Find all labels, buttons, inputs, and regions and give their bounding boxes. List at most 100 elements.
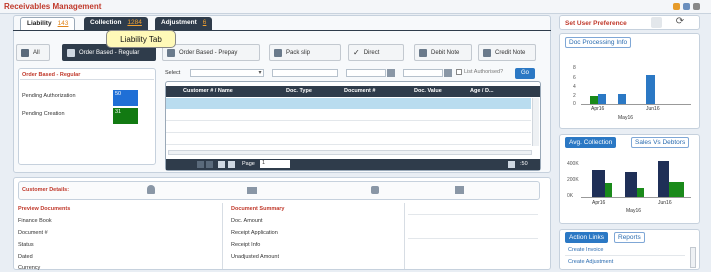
col-customer[interactable]: Customer # / Name [183,88,233,94]
create-invoice-link[interactable]: Create Invoice [568,247,603,253]
tab-liability-count: 143 [57,20,69,27]
debit-note-button[interactable]: Debit Note [414,44,472,61]
y-tick-label: 4 [573,84,576,90]
go-button[interactable]: Go [515,68,535,79]
user-icon[interactable] [147,185,155,194]
tab-sales-vs-debtors[interactable]: Sales Vs Debtors [631,137,690,148]
col-document-number[interactable]: Document # [344,88,375,94]
preview-field: Dated [18,254,33,260]
first-page-icon[interactable] [197,161,204,168]
filter-all-button[interactable]: All [16,44,50,61]
document-icon [274,48,282,57]
tab-liability[interactable]: Liability 143 [20,17,76,30]
calendar-icon[interactable] [387,69,395,77]
x-tick-label: Jun16 [646,106,660,112]
from-date-input[interactable] [346,69,386,77]
order-prepay-button[interactable]: Order Based - Prepay [162,44,260,61]
create-adjustment-link[interactable]: Create Adjustment [568,259,613,265]
preview-field: Finance Book [18,218,52,224]
chart-bar[interactable] [669,182,684,197]
table-row[interactable] [166,134,531,145]
y-tick-label: 0 [573,101,576,107]
col-doc-value[interactable]: Doc. Value [414,88,442,94]
direct-button[interactable]: ✓ Direct [348,44,404,61]
summary-field: Unadjusted Amount [231,254,280,260]
chart-bar[interactable] [637,188,644,197]
x-axis [581,104,691,105]
cart-icon [167,48,175,57]
tab-reports[interactable]: Reports [614,232,645,243]
x-sublabel: May16 [626,208,642,214]
chart-bar[interactable] [590,96,598,104]
chart-bar[interactable] [605,183,612,197]
horizontal-scrollbar[interactable] [168,150,532,155]
user-settings-icon[interactable] [651,17,662,28]
page-size-icon[interactable] [508,161,515,168]
pending-creation-label: Pending Creation [22,111,65,117]
select-dropdown[interactable] [190,69,264,77]
calendar-icon[interactable] [444,69,452,77]
x-sublabel: May16 [618,115,634,121]
chart-bar[interactable] [618,94,626,104]
last-page-icon[interactable] [228,161,235,168]
tab-action-links[interactable]: Action Links [565,232,609,243]
settings-icon[interactable] [683,3,690,10]
summary-field: Receipt Application [231,230,278,236]
to-date-input[interactable] [403,69,443,77]
tab-collection[interactable]: Collection 1284 [84,17,148,30]
refresh-icon[interactable] [673,3,680,10]
user-icon[interactable] [693,3,700,10]
credit-note-button[interactable]: Credit Note [478,44,536,61]
chevron-down-icon[interactable]: ▾ [256,69,264,77]
row-divider [565,255,685,256]
preview-documents-title: Preview Documents [18,206,71,212]
chart-bar[interactable] [598,94,606,104]
chart-bar[interactable] [658,161,669,197]
y-tick-label: 6 [573,75,576,81]
chart-bar[interactable] [625,172,637,197]
check-icon: ✓ [353,48,360,57]
print-icon[interactable] [455,186,464,194]
vertical-scrollbar[interactable] [532,98,539,146]
set-user-preference-link[interactable]: Set User Preference [565,20,627,27]
pack-slip-button[interactable]: Pack slip [269,44,341,61]
col-doc-type[interactable]: Doc. Type [286,88,312,94]
search-input[interactable] [272,69,338,77]
pending-authorization-count[interactable]: 50 [113,90,138,106]
table-row[interactable] [166,122,531,133]
col-age[interactable]: Age / D... [470,88,494,94]
table-row[interactable] [166,110,531,121]
preview-field: Document # [18,230,48,236]
chart-bar[interactable] [592,170,605,197]
scrollbar[interactable] [690,247,696,268]
chart-bar[interactable] [646,75,655,104]
x-axis [581,197,691,198]
doc-processing-tab[interactable]: Doc Processing Info [565,37,632,48]
summary-field: Receipt Info [231,242,261,248]
page-label: Page [242,161,255,167]
mail-icon[interactable] [247,187,257,194]
x-tick-label: Apr16 [592,200,606,206]
x-tick-label: Jun16 [658,200,672,206]
y-tick-label: 2 [573,93,576,99]
document-icon [483,48,491,57]
preview-field: Currency [18,265,41,271]
x-tick-label: Apr16 [591,106,605,112]
next-page-icon[interactable] [218,161,225,168]
page-select[interactable]: 1 [260,160,290,168]
phone-icon[interactable] [371,186,379,194]
table-row[interactable] [166,98,531,109]
tab-avg-collection[interactable]: Avg. Collection [565,137,617,148]
document-summary-title: Document Summary [231,206,285,212]
summary-divider [20,79,154,80]
refresh-icon[interactable]: ⟳ [673,16,687,28]
grid-icon [21,48,29,57]
list-authorised-checkbox[interactable] [456,69,462,75]
tab-underline [13,30,551,31]
app-title: Receivables Management [4,2,102,11]
prev-page-icon[interactable] [206,161,213,168]
pending-authorization-label: Pending Authorization [22,93,76,99]
tab-adjustment[interactable]: Adjustment 6 [155,17,213,30]
pending-creation-count[interactable]: 31 [113,108,138,124]
column-divider [222,203,223,269]
